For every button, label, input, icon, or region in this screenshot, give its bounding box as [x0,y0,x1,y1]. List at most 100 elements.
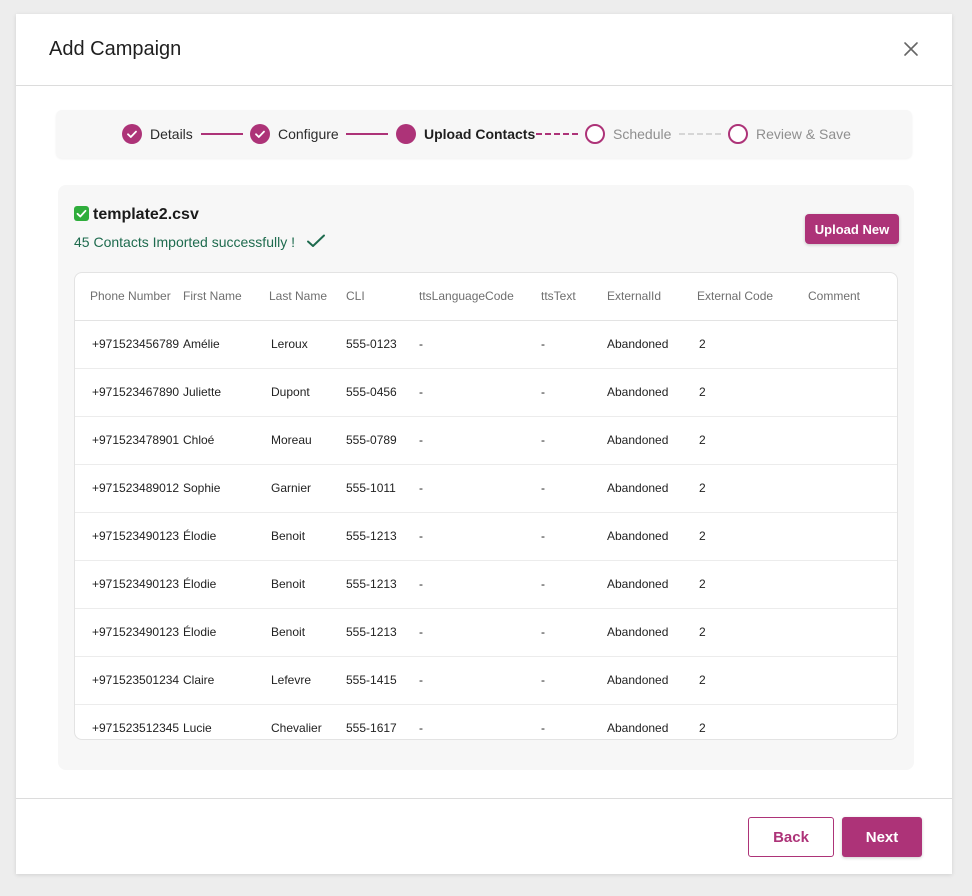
modal-footer: Back Next [16,798,952,874]
step-details[interactable]: Details [150,126,193,142]
table-cell: - [419,656,541,705]
step-connector [201,133,243,135]
table-row[interactable]: +971523490123 Élodie Benoit 555-1213- - Aband… [75,512,897,561]
table-cell: Lucie [183,704,269,739]
table-cell: Abandoned [607,656,697,705]
table-cell: - [419,560,541,609]
next-button[interactable]: Next [842,817,922,857]
table-cell: 555-1011 [346,464,419,513]
table-cell: +971523490123 [75,512,183,561]
table-cell: +971523490123 [75,560,183,609]
table-cell [808,512,897,561]
table-cell [808,560,897,609]
table-cell [808,656,897,705]
table-cell: - [541,704,607,739]
table-cell: - [419,416,541,465]
table-cell: Chevalier [269,704,346,739]
table-cell: - [419,608,541,657]
column-header[interactable]: Phone Number [75,273,183,321]
table-cell: - [541,560,607,609]
table-cell: - [419,464,541,513]
table-cell: Abandoned [607,464,697,513]
table-cell: +971523512345 [75,704,183,739]
table-cell: 555-1415 [346,656,419,705]
table-cell: Claire [183,656,269,705]
step-done-icon [250,124,270,144]
table-cell: - [541,656,607,705]
table-row[interactable]: +971523490123 Élodie Benoit 555-1213- - Aband… [75,560,897,609]
table-cell: Moreau [269,416,346,465]
table-row[interactable]: +971523467890 Juliette Dupont 555-0456- - Aba… [75,368,897,417]
step-connector [536,133,578,135]
table-cell: Abandoned [607,560,697,609]
table-cell: 2 [697,320,808,369]
table-row[interactable]: +971523501234 Claire Lefevre 555-1415- - Aban… [75,656,897,705]
close-icon[interactable] [900,38,922,60]
column-header[interactable]: First Name [183,273,269,321]
table-cell: - [419,512,541,561]
table-cell: 2 [697,464,808,513]
table-cell: - [541,320,607,369]
table-cell [808,608,897,657]
table-cell: 555-0789 [346,416,419,465]
import-status: 45 Contacts Imported successfully ! [74,234,295,250]
table-cell: Élodie [183,608,269,657]
contacts-table: Phone Number First Name Last Name CLI tt… [74,272,898,740]
table-cell: 2 [697,608,808,657]
table-body: +971523456789 Amélie Leroux 555-0123- - Aband… [75,320,897,739]
upload-panel: template2.csv 45 Contacts Imported succe… [58,185,914,770]
table-cell: Lefevre [269,656,346,705]
step-configure[interactable]: Configure [278,126,339,142]
table-cell: - [541,368,607,417]
column-header[interactable]: Comment [808,273,897,321]
column-header[interactable]: CLI [346,273,419,321]
table-cell: 555-0123 [346,320,419,369]
table-row[interactable]: +971523512345 Lucie Chevalier 555-1617- - Aba… [75,704,897,739]
table-cell [808,704,897,739]
column-header[interactable]: External Code [697,273,808,321]
table-cell: Abandoned [607,608,697,657]
step-schedule[interactable]: Schedule [613,126,671,142]
table-cell: +971523456789 [75,320,183,369]
table-row[interactable]: +971523478901 Chloé Moreau 555-0789- - Abando… [75,416,897,465]
table-cell: Abandoned [607,512,697,561]
step-pending-icon [728,124,748,144]
table-cell: - [541,464,607,513]
column-header[interactable]: ExternalId [607,273,697,321]
table-row[interactable]: +971523456789 Amélie Leroux 555-0123- - Aband… [75,320,897,369]
table-header-row: Phone Number First Name Last Name CLI tt… [75,273,897,321]
stepper: Details Configure Upload Contacts Schedu… [56,110,912,158]
upload-new-button[interactable]: Upload New [805,214,899,244]
table-cell: 555-1617 [346,704,419,739]
table-cell: 2 [697,416,808,465]
step-connector [346,133,388,135]
table-cell: +971523490123 [75,608,183,657]
table-cell: 555-1213 [346,560,419,609]
table-cell: 555-1213 [346,608,419,657]
file-name: template2.csv [93,206,199,223]
table-cell: Garnier [269,464,346,513]
column-header[interactable]: ttsLanguageCode [419,273,541,321]
table-cell: Abandoned [607,416,697,465]
table-cell: Abandoned [607,704,697,739]
step-active-icon [396,124,416,144]
table-cell: Leroux [269,320,346,369]
table-cell: - [541,608,607,657]
table-row[interactable]: +971523489012 Sophie Garnier 555-1011- - Aban… [75,464,897,513]
table-cell: - [541,512,607,561]
table-cell [808,416,897,465]
table-cell: Juliette [183,368,269,417]
column-header[interactable]: ttsText [541,273,607,321]
column-header[interactable]: Last Name [269,273,346,321]
table-row[interactable]: +971523490123 Élodie Benoit 555-1213- - Aband… [75,608,897,657]
step-review-save[interactable]: Review & Save [756,126,851,142]
table-cell: +971523478901 [75,416,183,465]
table-cell: 2 [697,368,808,417]
add-campaign-modal: Add Campaign Details Configure Upload Co… [16,14,952,874]
back-button[interactable]: Back [748,817,834,857]
step-upload-contacts[interactable]: Upload Contacts [424,126,535,142]
checkmark-icon [307,234,325,247]
checkbox-checked-icon [74,206,89,221]
step-pending-icon [585,124,605,144]
table-cell: 2 [697,656,808,705]
